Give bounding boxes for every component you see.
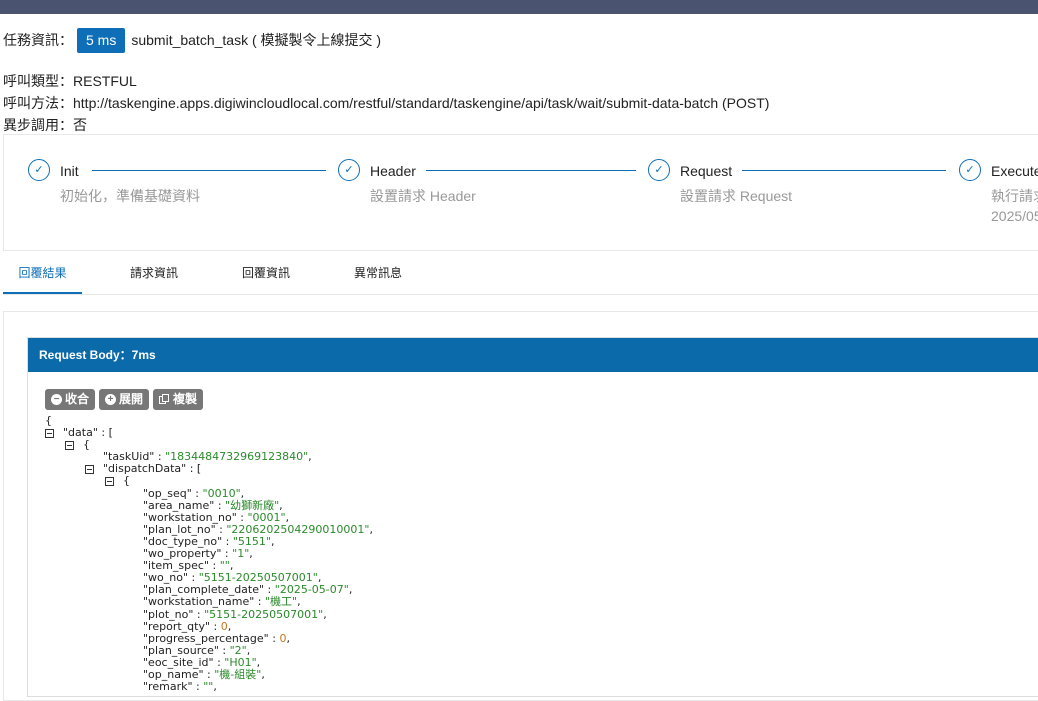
json-comma: , [286,631,290,645]
json-key: "op_seq" : [143,486,203,500]
step-connector [742,170,946,171]
json-line: "remark" : "", [45,680,373,694]
async-label: 異步調用： [3,117,73,133]
tab-response-result[interactable]: 回覆結果 [3,256,82,294]
call-method-row: 呼叫方法：http://taskengine.apps.digiwincloud… [3,93,769,113]
step-title: Request [680,163,733,179]
collapse-toggle-icon[interactable] [105,477,114,487]
json-comma: , [270,534,275,548]
json-line: "taskUid" : "1834484732969123840", [45,451,373,463]
json-comma: , [279,498,283,512]
json-comma: , [308,450,312,464]
collapse-toggle-icon[interactable] [85,464,94,474]
step-connector [426,170,636,171]
plus-circle-icon: + [105,394,117,405]
json-value: 0 [279,631,287,645]
check-icon: ✓ [959,159,981,181]
json-toolbar: − 收合 + 展開 複製 [45,389,204,410]
json-text: "dispatchData" : [ [103,462,202,476]
json-viewer: {"data" : [{"taskUid" : "183448473296912… [45,414,373,694]
json-key: "progress_percentage" : [143,631,280,645]
json-line: "report_qty" : 0, [45,619,373,633]
json-key: "plot_no" : [143,607,205,621]
check-icon: ✓ [28,159,50,181]
json-value: "幼獅新廠" [225,498,280,512]
json-value: "" [203,680,214,694]
expand-label: 展開 [119,392,144,406]
json-line: "dispatchData" : [ [45,463,373,475]
json-line: "progress_percentage" : 0, [45,631,373,645]
json-line: "area_name" : "幼獅新廠", [45,498,373,512]
step-connector [92,170,326,171]
call-type-row: 呼叫類型：RESTFUL [3,71,137,91]
json-comma: , [227,619,232,633]
json-value: "0010" [202,486,241,500]
expand-button[interactable]: + 展開 [99,389,150,410]
async-value: 否 [73,117,87,133]
json-value: "機工" [265,595,298,609]
json-comma: , [249,547,253,561]
request-body-header: Request Body：7ms [28,338,1038,372]
step-desc: 執行請求 [991,188,1038,204]
json-text: { [83,438,90,452]
step-title: Header [370,163,416,179]
json-line: "op_seq" : "0010", [45,486,373,500]
task-info-label: 任務資訊： [3,32,73,48]
json-comma: , [213,680,217,694]
call-type-label: 呼叫類型： [3,73,73,89]
json-comma: , [348,583,353,597]
json-line: "workstation_name" : "機工", [45,596,373,608]
copy-button[interactable]: 複製 [153,389,204,410]
call-method-label: 呼叫方法： [3,95,73,111]
result-tabs: 回覆結果 請求資訊 回覆資訊 異常訊息 [3,256,1038,295]
call-method-value: http://taskengine.apps.digiwincloudlocal… [73,95,770,111]
step-desc: 初始化，準備基礎資料 [60,188,200,204]
call-type-value: RESTFUL [73,73,137,89]
json-line: "data" : [ [45,426,373,439]
tab-request-info[interactable]: 請求資訊 [115,256,193,294]
json-value: "1" [232,547,250,561]
copy-icon [159,394,170,405]
step-desc: 設置請求 Header [370,188,476,204]
top-nav-bar [0,0,1038,14]
json-key: "report_qty" : [143,619,221,633]
task-name: submit_batch_task ( 模擬製令上線提交 ) [131,32,382,48]
minus-circle-icon: − [51,394,62,405]
collapse-label: 收合 [65,392,90,406]
json-key: "area_name" : [143,498,226,512]
copy-label: 複製 [173,392,198,406]
check-icon: ✓ [648,159,670,181]
json-line: "plot_no" : "5151-20250507001", [45,607,373,621]
task-info-row: 任務資訊： 5 ms submit_batch_task ( 模擬製令上線提交 … [3,27,381,53]
step-title: Init [60,163,79,179]
step-date: 2025/05 [991,208,1038,224]
collapse-toggle-icon[interactable] [65,440,74,450]
json-key: "remark" : [143,680,204,694]
json-line: { [45,475,373,487]
step-title: Execute [991,163,1038,179]
duration-badge: 5 ms [77,27,126,53]
collapse-button[interactable]: − 收合 [45,389,96,410]
json-comma: , [323,607,327,621]
json-value: "5151-20250507001" [204,607,324,621]
json-comma: , [369,522,373,536]
collapse-toggle-icon[interactable] [45,428,54,438]
json-key: "workstation_name" : [143,595,265,609]
json-value: 0 [220,619,228,633]
json-comma: , [240,486,245,500]
tab-error-message[interactable]: 異常訊息 [339,256,417,294]
json-text: { [45,414,52,427]
json-text: { [123,474,130,488]
process-steps: ✓ Init 初始化，準備基礎資料 ✓ Header 設置請求 Header ✓… [3,134,1038,251]
async-row: 異步調用：否 [3,115,87,135]
json-value: "機-組裝" [214,667,262,681]
check-icon: ✓ [338,159,360,181]
step-desc: 設置請求 Request [680,188,793,204]
json-comma: , [297,595,301,609]
json-comma: , [261,667,265,681]
tab-response-info[interactable]: 回覆資訊 [227,256,305,294]
